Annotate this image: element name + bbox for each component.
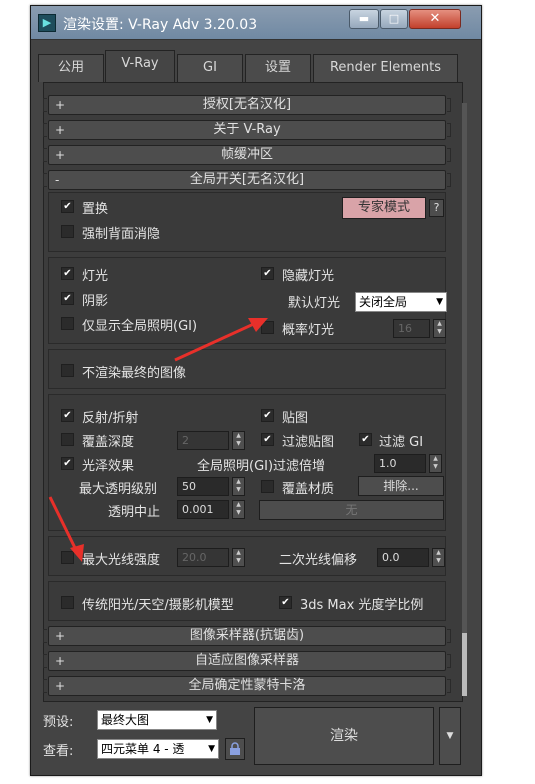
annotation-arrowhead-max-ray bbox=[70, 544, 84, 562]
annotation-arrow-probabilistic bbox=[174, 320, 259, 362]
annotation-arrows bbox=[48, 318, 268, 562]
annotation-arrow-max-ray bbox=[48, 496, 79, 553]
